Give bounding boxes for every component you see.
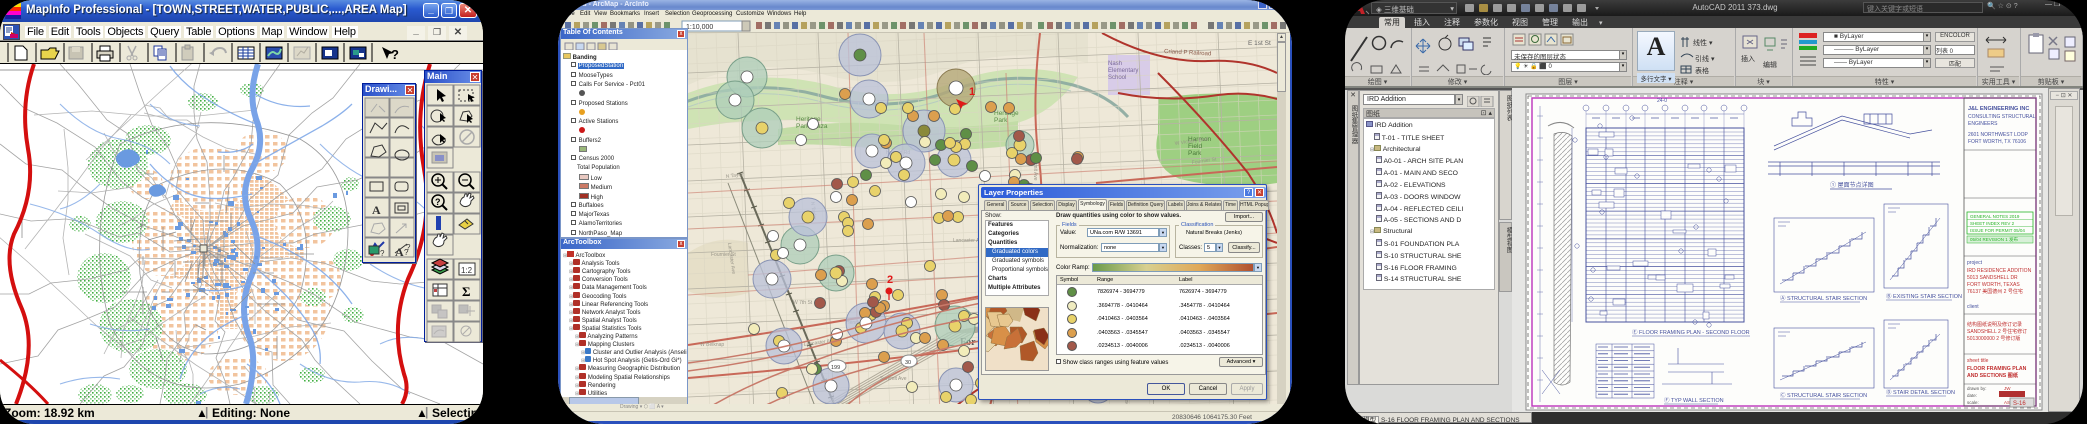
svg-text:Nash: Nash: [1108, 61, 1122, 67]
svg-text:Ⓒ STRUCTURAL STAIR SECTION: Ⓒ STRUCTURAL STAIR SECTION: [1780, 391, 1867, 399]
svg-text:1: 1: [969, 86, 975, 98]
svg-text:?: ?: [380, 249, 385, 258]
svg-text:J&L ENGINEERING INC: J&L ENGINEERING INC: [1968, 106, 2029, 112]
svg-text:05/04 REVISION 1 发布: 05/04 REVISION 1 发布: [1970, 236, 2019, 243]
svg-text:Ⓕ TYP WALL SECTION: Ⓕ TYP WALL SECTION: [1664, 396, 1724, 404]
svg-text:IRD RESIDENCE ADDITION: IRD RESIDENCE ADDITION: [1967, 268, 2032, 274]
svg-text:Ⓑ EXISTING STAIR SECTION: Ⓑ EXISTING STAIR SECTION: [1886, 292, 1962, 300]
svg-text:?: ?: [391, 47, 399, 62]
svg-text:E 1st St: E 1st St: [1248, 40, 1271, 47]
svg-text:Ⓔ FLOOR FRAMING PLAN - SECOND: Ⓔ FLOOR FRAMING PLAN - SECOND FLOOR: [1632, 328, 1750, 336]
svg-text:2: 2: [887, 274, 893, 286]
svg-text:1:2: 1:2: [461, 266, 473, 275]
svg-text:Fournier St: Fournier St: [711, 252, 736, 258]
svg-text:JW: JW: [2004, 386, 2011, 391]
svg-text:W 7th St: W 7th St: [793, 300, 813, 306]
svg-text:Park: Park: [994, 117, 1008, 124]
svg-text:30: 30: [905, 360, 911, 366]
svg-text:199: 199: [831, 365, 840, 371]
svg-text:FORT WORTH, TEXAS: FORT WORTH, TEXAS: [1967, 282, 2020, 288]
svg-text:Elementary: Elementary: [1108, 68, 1138, 74]
svg-text:Criand P Railroad: Criand P Railroad: [1164, 49, 1211, 57]
svg-text:?: ?: [406, 243, 411, 252]
svg-text:GENERAL NOTES 2019: GENERAL NOTES 2019: [1970, 214, 2020, 219]
svg-text:S-16: S-16: [2013, 401, 2026, 407]
svg-text:Ⓐ STRUCTURAL STAIR SECTION: Ⓐ STRUCTURAL STAIR SECTION: [1780, 294, 1867, 302]
svg-text:?: ?: [435, 197, 441, 207]
svg-text:ISSUE FOR PERMIT 05/04: ISSUE FOR PERMIT 05/04: [1970, 228, 2025, 233]
svg-text:SANDSHELL 2 号住宅修订: SANDSHELL 2 号住宅修订: [1967, 328, 2027, 335]
svg-text:2601 NORTHWEST LOOP: 2601 NORTHWEST LOOP: [1968, 132, 2028, 138]
svg-text:FLOOR FRAMING PLAN: FLOOR FRAMING PLAN: [1967, 366, 2027, 372]
svg-text:编辑: 编辑: [1763, 60, 1777, 69]
svg-text:引线 ▾: 引线 ▾: [1695, 54, 1715, 63]
svg-text:scale:: scale:: [1967, 400, 1979, 405]
svg-text:W Belknap: W Belknap: [700, 342, 724, 348]
svg-text:AND SECTIONS 图纸: AND SECTIONS 图纸: [1967, 371, 2019, 379]
svg-text:5013000000 2 号修订版: 5013000000 2 号修订版: [1967, 335, 2020, 342]
svg-text:表格: 表格: [1695, 66, 1709, 75]
svg-text:A: A: [372, 203, 381, 217]
svg-text:project: project: [1967, 260, 1983, 266]
svg-text:CONSULTING STRUCTURAL: CONSULTING STRUCTURAL: [1968, 114, 2036, 120]
svg-text:结构图纸说明及修订记录: 结构图纸说明及修订记录: [1967, 321, 2022, 328]
svg-text:Σ: Σ: [462, 284, 471, 299]
svg-text:drawn by:: drawn by:: [1967, 386, 1987, 391]
svg-text:插入: 插入: [1741, 54, 1755, 63]
svg-text:ENGINEERS: ENGINEERS: [1968, 121, 1998, 127]
svg-text:Ⓓ STAIR DETAIL SECTION: Ⓓ STAIR DETAIL SECTION: [1886, 388, 1955, 396]
svg-text:5013 SANDSHELL DR: 5013 SANDSHELL DR: [1967, 275, 2018, 281]
svg-text:client: client: [1967, 304, 1979, 310]
svg-text:24-0: 24-0: [1657, 98, 1667, 104]
svg-text:date:: date:: [1967, 393, 1977, 398]
svg-text:线性 ▾: 线性 ▾: [1693, 38, 1713, 47]
svg-text:sheet title: sheet title: [1967, 358, 1989, 364]
svg-text:SHEET INDEX REV 2: SHEET INDEX REV 2: [1970, 221, 2015, 226]
svg-text:School: School: [1108, 75, 1126, 81]
svg-text:1:10,000: 1:10,000: [686, 24, 713, 31]
svg-text:A: A: [395, 245, 404, 259]
svg-text:① 屋面节点详图: ① 屋面节点详图: [1830, 181, 1874, 189]
svg-text:76137 美国德州 2 号住宅: 76137 美国德州 2 号住宅: [1967, 288, 2023, 295]
svg-text:FORT WORTH, TX 76106: FORT WORTH, TX 76106: [1968, 139, 2026, 145]
svg-text:Park: Park: [1188, 150, 1202, 157]
